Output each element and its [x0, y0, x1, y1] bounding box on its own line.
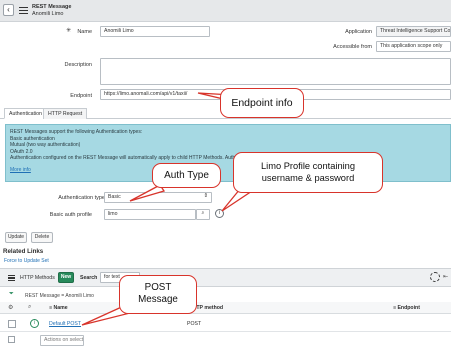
callout-profile-line1: Limo Profile containing — [260, 161, 356, 171]
callout-auth-type: Auth Type — [152, 163, 221, 188]
callout-post-line2: Message — [138, 294, 178, 305]
callout-profile-line2: username & password — [261, 173, 355, 183]
callout-post-message: POST Message — [119, 275, 197, 314]
callout-limo-profile: Limo Profile containing username & passw… — [233, 152, 383, 193]
callout-endpoint-info: Endpoint info — [220, 88, 304, 118]
callout-tails — [81, 92, 254, 326]
callout-post-line1: POST — [144, 282, 172, 293]
